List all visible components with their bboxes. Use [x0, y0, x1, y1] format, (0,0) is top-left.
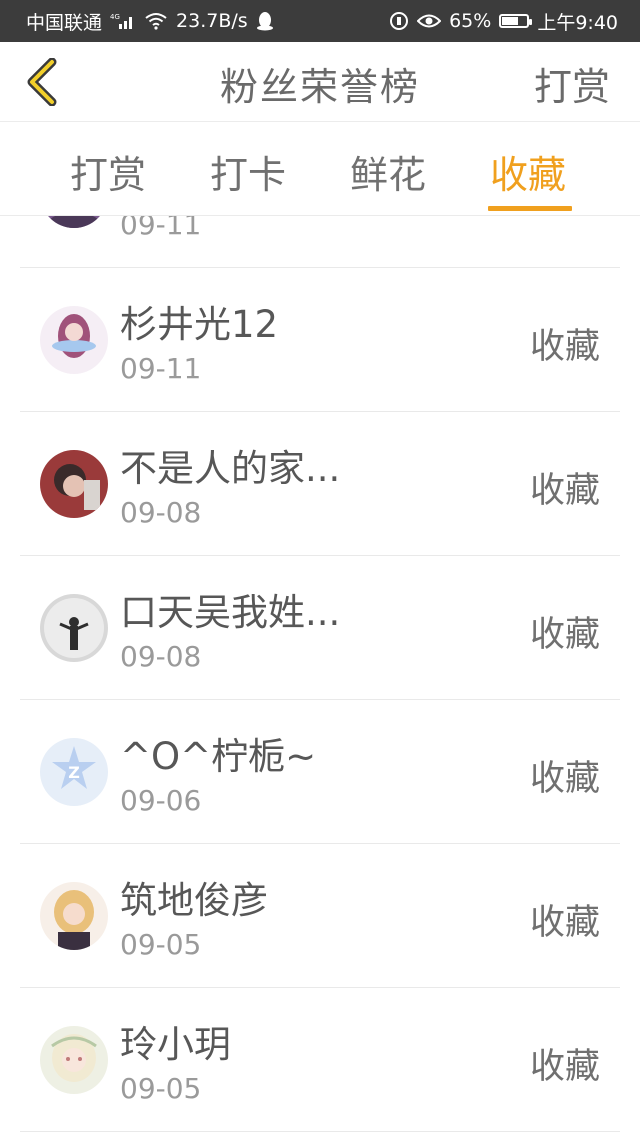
- item-date: 09-11: [120, 352, 202, 385]
- item-type-label: 收藏: [529, 1047, 600, 1087]
- item-type-label: 收藏: [529, 615, 600, 655]
- item-name: 玲小玥: [120, 1023, 231, 1066]
- list-item[interactable]: 筑地俊彦 09-05 收藏: [20, 844, 620, 988]
- item-date: 09-05: [120, 928, 202, 961]
- avatar: [40, 306, 108, 374]
- tab-reward[interactable]: 打赏: [70, 144, 146, 199]
- qq-penguin-icon: [256, 11, 274, 31]
- list-item[interactable]: 玲小玥 09-05 收藏: [20, 988, 620, 1132]
- svg-text:4G: 4G: [110, 13, 120, 21]
- tab-bar: 打赏 打卡 鲜花 收藏: [0, 122, 640, 216]
- avatar: [40, 1026, 108, 1094]
- data-saver-icon: [389, 11, 409, 31]
- signal-icon: 4G: [110, 12, 136, 30]
- list-item[interactable]: 不是人的家... 09-08 收藏: [20, 412, 620, 556]
- tab-favorites[interactable]: 收藏: [490, 144, 566, 199]
- item-type-label: 收藏: [529, 759, 600, 799]
- list-item[interactable]: 口天吴我姓... 09-08 收藏: [20, 556, 620, 700]
- reward-button[interactable]: 打赏: [534, 56, 610, 111]
- avatar: [40, 594, 108, 662]
- tab-checkin[interactable]: 打卡: [210, 144, 286, 199]
- item-date: 09-05: [120, 1072, 202, 1105]
- wifi-icon: [144, 12, 168, 30]
- list-item[interactable]: Z ^O^柠栀~ 09-06 收藏: [20, 700, 620, 844]
- item-date: 09-06: [120, 784, 202, 817]
- item-type-label: 收藏: [529, 903, 600, 943]
- avatar: Z: [40, 738, 108, 806]
- battery-icon: [499, 14, 533, 28]
- item-type-label: 收藏: [529, 471, 600, 511]
- item-name: 杉井光12: [120, 303, 279, 346]
- item-type-label: 收藏: [529, 327, 600, 367]
- avatar: [40, 450, 108, 518]
- svg-text:Z: Z: [68, 763, 80, 782]
- avatar: [40, 216, 108, 228]
- clock: 上午9:40: [537, 11, 618, 34]
- item-date: 09-11: [120, 216, 202, 241]
- network-speed: 23.7B/s: [176, 10, 248, 32]
- title-bar: 粉丝荣誉榜 打赏: [0, 42, 640, 122]
- item-name: 不是人的家...: [120, 447, 341, 490]
- list-item[interactable]: 09-11: [20, 216, 620, 268]
- carrier-label: 中国联通: [26, 11, 103, 34]
- item-name: ^O^柠栀~: [120, 735, 317, 778]
- battery-percent: 65%: [449, 10, 492, 32]
- avatar: [40, 882, 108, 950]
- fan-list: 09-11 杉井光12 09-11 收藏 不是人的家... 09-08 收藏 口…: [0, 216, 640, 1138]
- list-item[interactable]: 杉井光12 09-11 收藏: [20, 268, 620, 412]
- eye-comfort-icon: [417, 13, 442, 29]
- item-date: 09-08: [120, 496, 202, 529]
- active-tab-indicator: [488, 206, 572, 211]
- item-name: 口天吴我姓...: [120, 591, 341, 634]
- item-name: 筑地俊彦: [120, 879, 268, 922]
- status-bar: 中国联通 4G 23.7B/s 65% 上午9:40: [0, 0, 640, 42]
- item-date: 09-08: [120, 640, 202, 673]
- tab-flowers[interactable]: 鲜花: [350, 144, 426, 199]
